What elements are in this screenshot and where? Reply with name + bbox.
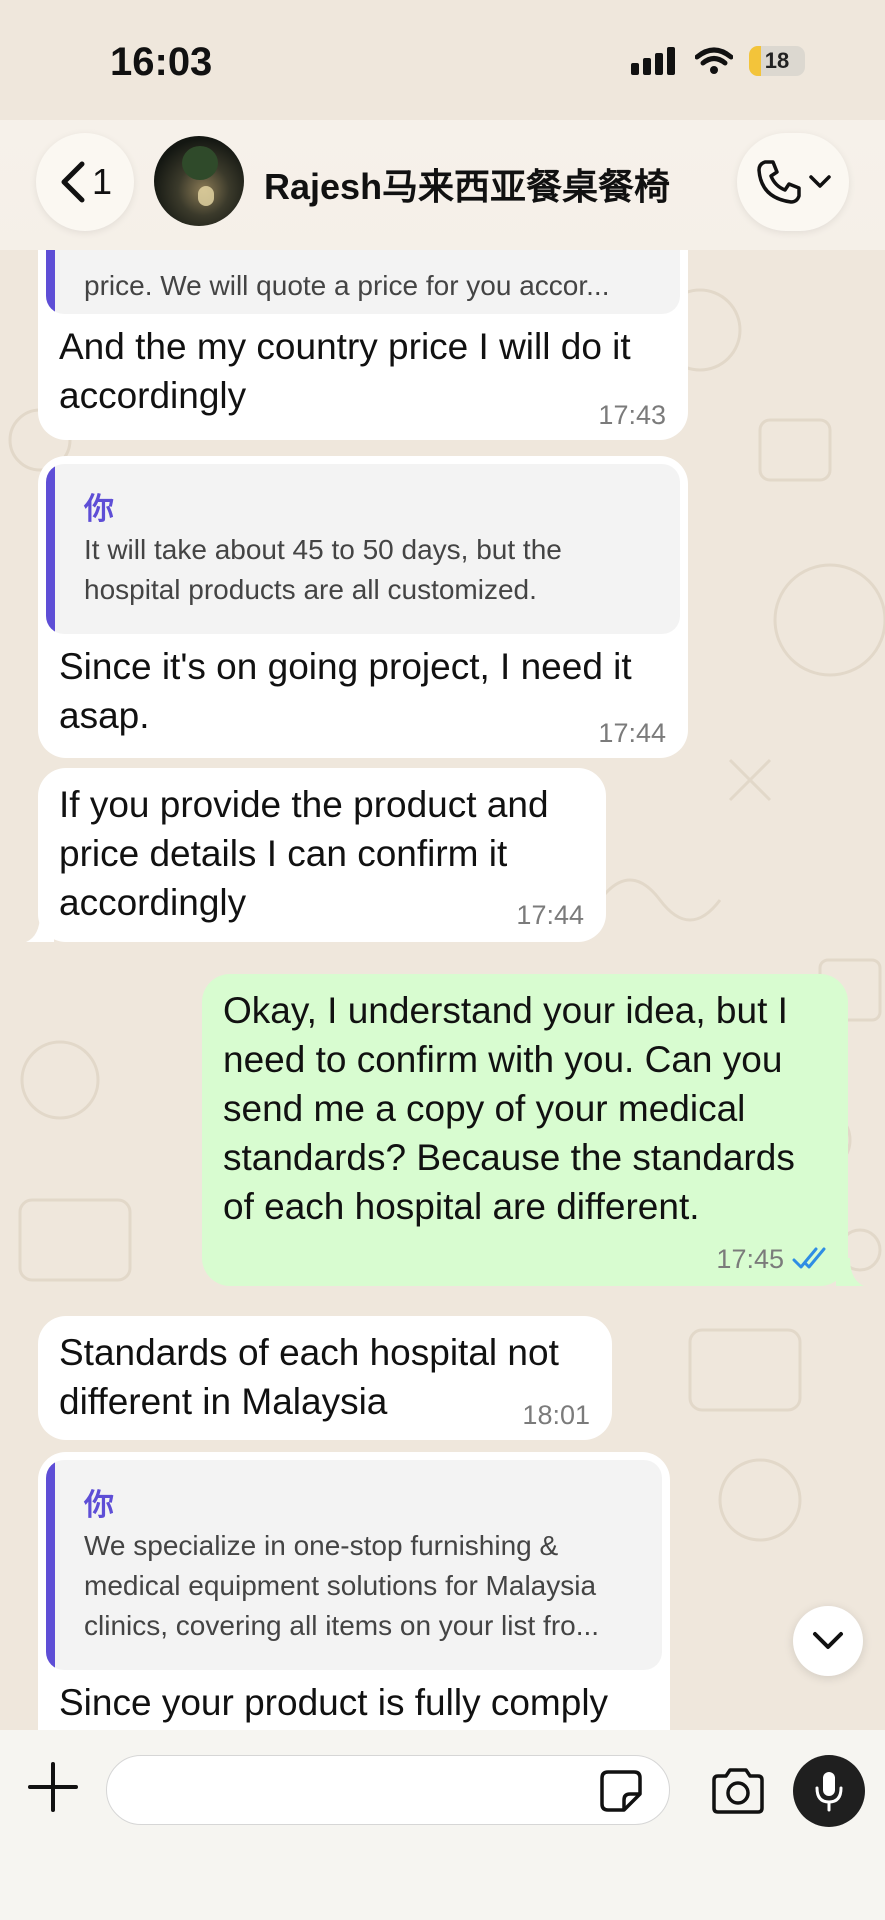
message-bubble-incoming[interactable]: Standards of each hospital not different… [38,1316,612,1440]
quoted-author: 你 [84,1489,114,1522]
call-button[interactable] [737,133,849,231]
message-bubble-incoming[interactable]: 你 We specialize in one-stop furnishing &… [38,1452,670,1730]
message-text: Since it's on going project, I need it a… [59,646,632,736]
message-bubble-incoming[interactable]: 你 It will take about 45 to 50 days, but … [38,456,688,758]
double-check-icon [792,1247,826,1269]
quoted-author: 你 [84,493,114,526]
contact-name[interactable]: Rajesh马来西亚餐桌餐椅 [264,158,670,210]
back-button[interactable]: 1 [36,133,134,231]
quoted-text: It will take about 45 to 50 days, but th… [84,534,562,605]
message-time: 17:43 [598,400,666,430]
battery-level: 18 [764,48,790,73]
message-bubble-outgoing[interactable]: Okay, I understand your idea, but I need… [202,974,848,1286]
message-text: And the my country price I will do it ac… [59,326,631,416]
message-composer [0,1730,885,1920]
message-list[interactable]: price. We will quote a price for you acc… [0,250,885,1730]
quoted-message[interactable]: price. We will quote a price for you acc… [46,250,680,314]
bubble-tail [836,1258,864,1286]
battery-indicator: 18 [749,46,805,76]
message-time: 18:01 [522,1400,590,1430]
phone-icon [757,160,801,204]
message-time: 17:45 [716,1244,784,1274]
message-time: 17:44 [598,718,666,748]
signal-icon [631,47,675,75]
unread-count: 1 [91,161,113,202]
message-text: Standards of each hospital not different… [59,1332,559,1422]
sticker-icon[interactable] [600,1770,642,1812]
scroll-to-bottom-button[interactable] [793,1606,863,1676]
camera-icon[interactable] [710,1768,766,1814]
quoted-message[interactable]: 你 We specialize in one-stop furnishing &… [46,1460,662,1670]
back-chevron-icon [61,161,85,203]
message-input[interactable] [106,1755,670,1825]
message-time: 17:44 [516,900,584,930]
quoted-text: price. We will quote a price for you acc… [84,270,610,301]
chevron-down-icon [813,1632,843,1649]
message-text: Okay, I understand your idea, but I need… [223,990,795,1227]
status-icons: 18 [631,46,805,76]
contact-avatar[interactable] [154,136,244,226]
microphone-icon [815,1772,843,1812]
quoted-message[interactable]: 你 It will take about 45 to 50 days, but … [46,464,680,634]
plus-icon[interactable] [26,1760,80,1814]
message-bubble-incoming[interactable]: price. We will quote a price for you acc… [38,250,688,440]
bubble-tail [26,914,54,942]
quoted-text: We specialize in one-stop furnishing & m… [84,1530,600,1641]
message-text: Since your product is fully comply [59,1682,609,1723]
message-bubble-incoming[interactable]: If you provide the product and price det… [38,768,606,942]
microphone-button[interactable] [793,1755,865,1827]
status-time: 16:03 [110,40,213,84]
chat-header: 1 Rajesh马来西亚餐桌餐椅 [0,120,885,250]
wifi-icon [695,47,733,74]
chevron-down-icon [809,175,831,188]
